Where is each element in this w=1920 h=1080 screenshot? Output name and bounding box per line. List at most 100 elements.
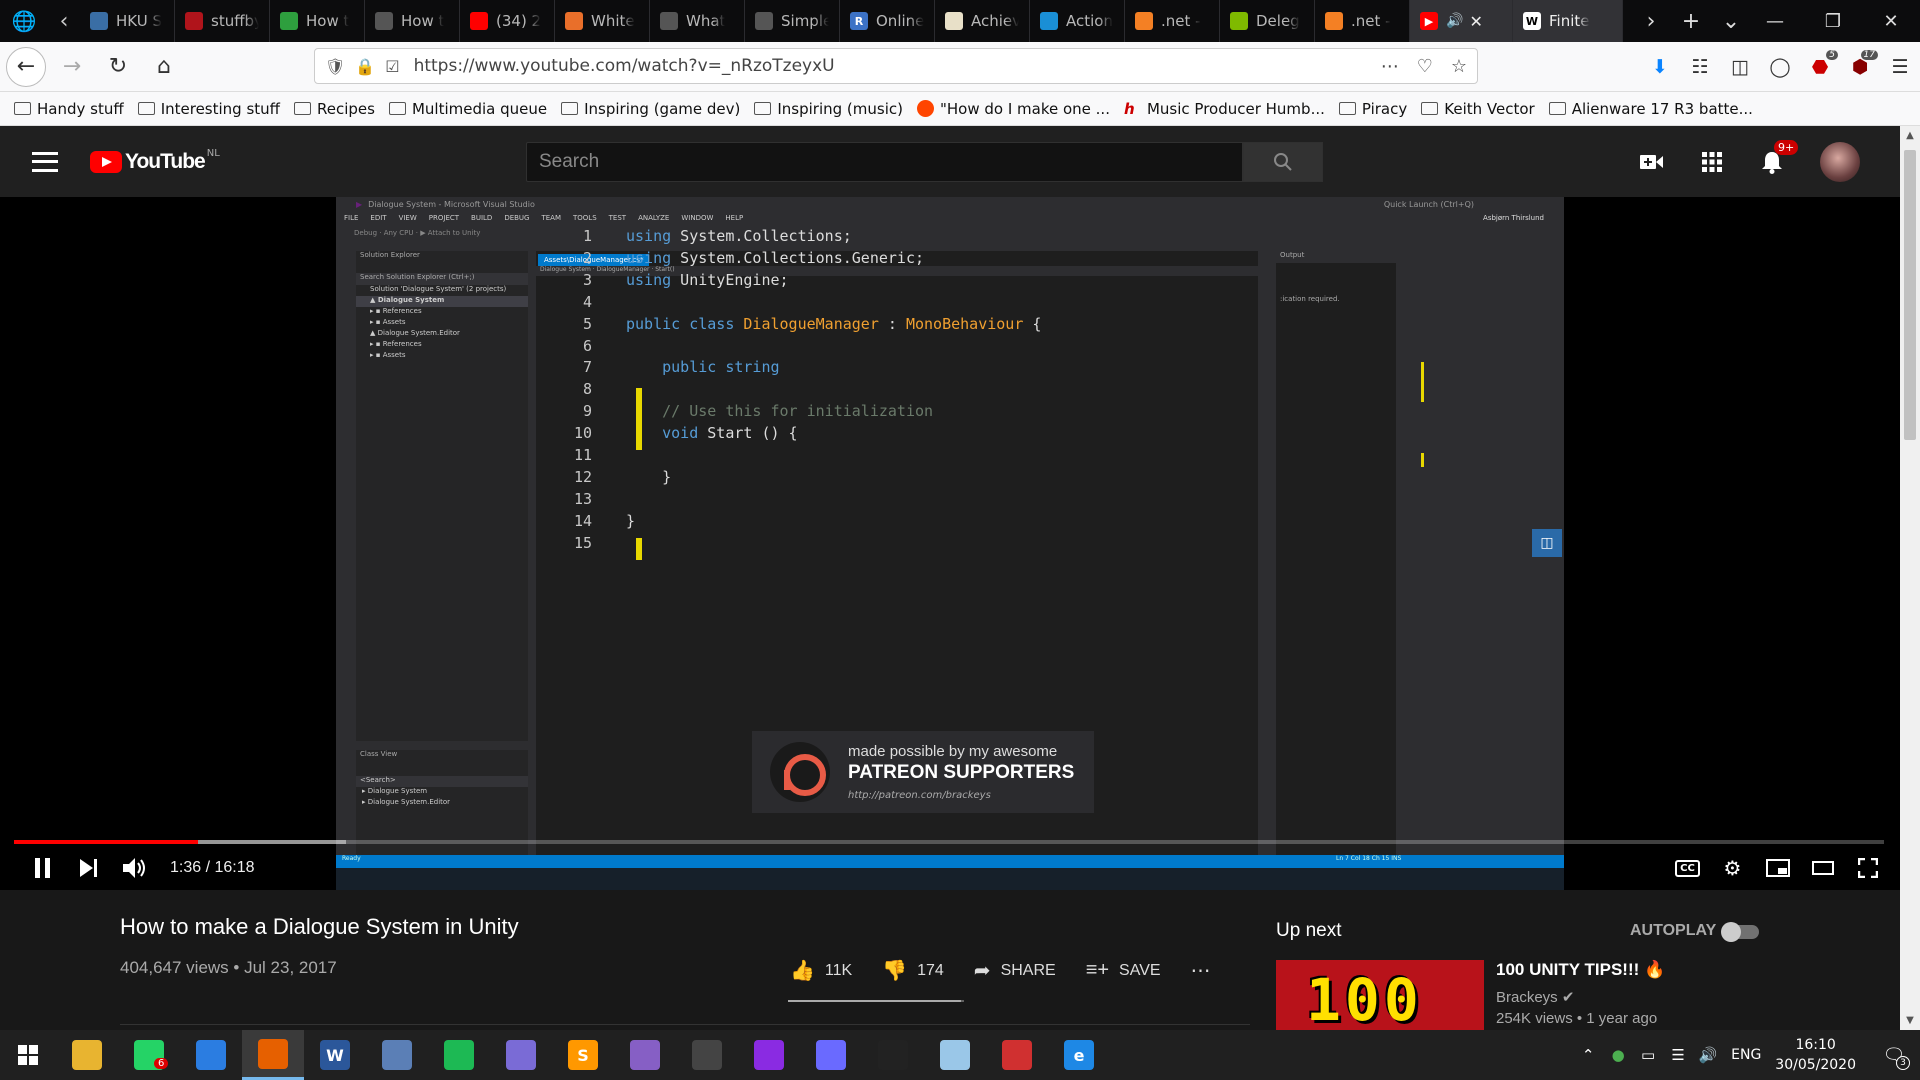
taskbar-app-mail[interactable] [180,1030,242,1080]
hamburger-menu-icon[interactable]: ☰ [1880,56,1920,78]
tab-item[interactable]: Simple [745,0,840,42]
apps-grid-icon[interactable] [1682,151,1742,172]
wifi-icon[interactable]: ☰ [1663,1046,1693,1064]
video-player[interactable]: ▶ Dialogue System - Microsoft Visual Stu… [0,197,1900,890]
bookmark-item[interactable]: Alienware 17 R3 batte... [1548,100,1753,118]
taskbar-app-word[interactable]: W [304,1030,366,1080]
up-next-channel[interactable]: Brackeys ✔ [1496,988,1574,1006]
fullscreen-button[interactable] [1845,858,1890,878]
volume-button[interactable] [112,857,158,879]
tab-item[interactable]: What [650,0,745,42]
scroll-up-icon[interactable]: ▲ [1900,130,1920,141]
taskbar-app-paint[interactable] [366,1030,428,1080]
page-actions-icon[interactable]: ⋯ [1381,56,1399,77]
taskbar-app-calculator[interactable] [676,1030,738,1080]
bookmark-item[interactable]: Interesting stuff [137,100,280,118]
bookmark-item[interactable]: "How do I make one ... [916,100,1110,118]
home-button[interactable]: ⌂ [144,47,184,87]
theater-mode-button[interactable] [1800,861,1845,875]
taskbar-app-edge[interactable]: e [1048,1030,1110,1080]
tab-list-chevron-icon[interactable]: ⌄ [1711,9,1751,34]
speaker-icon[interactable]: 🔊 [1446,13,1463,29]
bookmark-item[interactable]: h Music Producer Humb... [1124,100,1325,119]
tab-item[interactable]: How t [365,0,460,42]
taskbar-app-notepad[interactable] [924,1030,986,1080]
pause-button[interactable] [20,858,66,878]
next-button[interactable] [66,859,112,877]
tab-item[interactable]: Action [1030,0,1125,42]
tab-scroll-right-icon[interactable]: › [1631,9,1671,34]
bookmark-item[interactable]: Keith Vector [1421,100,1535,118]
taskbar-app-visual-studio[interactable] [614,1030,676,1080]
close-tab-icon[interactable]: ✕ [1469,12,1482,31]
battery-icon[interactable]: ▭ [1633,1046,1663,1064]
tab-item[interactable]: How t [270,0,365,42]
search-input[interactable] [539,151,1219,173]
taskbar-app-winrar[interactable] [738,1030,800,1080]
create-video-icon[interactable] [1622,153,1682,171]
autoplay-toggle[interactable] [1721,922,1759,942]
new-tab-icon[interactable]: + [1671,9,1711,34]
page-scrollbar[interactable]: ▲ ▼ [1900,126,1920,1030]
progress-bar[interactable] [14,840,1884,844]
settings-button[interactable]: ⚙ [1710,856,1755,880]
tray-chevron-icon[interactable]: ⌃ [1573,1046,1603,1064]
dislike-button[interactable]: 👎 174 [882,958,944,983]
taskbar-app-paint-bucket[interactable] [986,1030,1048,1080]
up-next-thumbnail[interactable]: 100 [1276,960,1484,1030]
avatar[interactable] [1820,141,1860,182]
sidebar-icon[interactable]: ◫ [1720,56,1760,78]
minimize-icon[interactable]: — [1746,0,1804,42]
ublock-icon[interactable]: ⬢ 17 [1840,50,1880,78]
bookmark-item[interactable]: Multimedia queue [388,100,547,118]
volume-tray-icon[interactable]: 🔊 [1693,1046,1723,1064]
scrollbar-thumb[interactable] [1904,150,1916,440]
tab-item[interactable]: Achiev [935,0,1030,42]
lock-icon[interactable]: 🔒 [355,57,375,76]
tab-item[interactable]: White [555,0,650,42]
up-next-title[interactable]: 100 UNITY TIPS!!! 🔥 [1496,960,1665,980]
taskbar-app-discord-like[interactable] [490,1030,552,1080]
tab-item[interactable]: HKU S [80,0,175,42]
url-text[interactable]: https://www.youtube.com/watch?v=_nRzoTze… [414,56,835,76]
adblock-plus-icon[interactable]: ⬣ 5 [1800,50,1840,78]
taskbar-app-gamemaker[interactable] [800,1030,862,1080]
youtube-logo[interactable]: YouTube NL [90,148,220,174]
close-window-icon[interactable]: ✕ [1862,0,1920,42]
tab-item[interactable]: Deleg [1220,0,1315,42]
taskbar-app-spotify[interactable] [428,1030,490,1080]
tab-item[interactable]: .net - [1315,0,1410,42]
pocket-icon[interactable]: ♡ [1417,56,1433,77]
share-button[interactable]: ➦ SHARE [974,958,1056,983]
bookmark-item[interactable]: Piracy [1338,100,1407,118]
tray-app-icon[interactable]: ● [1603,1046,1633,1064]
bookmark-item[interactable]: Inspiring (music) [754,100,903,118]
scroll-down-icon[interactable]: ▼ [1900,1015,1920,1026]
taskbar-app-firefox[interactable] [242,1030,304,1080]
account-icon[interactable]: ◯ [1760,56,1800,78]
start-button[interactable] [0,1030,56,1080]
tab-wikipedia[interactable]: W Finite [1513,0,1623,42]
tab-item[interactable]: R Online [840,0,935,42]
forward-button[interactable]: → [52,47,92,87]
tab-item[interactable]: (34) 2 [460,0,555,42]
captions-button[interactable]: CC [1665,859,1710,877]
more-actions-button[interactable]: ⋯ [1191,958,1221,983]
bookmark-item[interactable]: Inspiring (game dev) [561,100,740,118]
guide-menu-icon[interactable] [32,151,58,172]
reload-button[interactable]: ↻ [98,47,138,87]
like-button[interactable]: 👍 11K [790,958,852,983]
shield-icon[interactable]: 🛡 [325,57,345,76]
miniplayer-button[interactable] [1755,859,1800,877]
search-button[interactable] [1243,142,1323,182]
taskbar-app-whatsapp[interactable]: 6 [118,1030,180,1080]
tab-item[interactable]: .net - [1125,0,1220,42]
taskbar-app-sublime[interactable]: S [552,1030,614,1080]
bookmark-item[interactable]: Recipes [294,100,375,118]
restore-icon[interactable]: ❐ [1804,0,1862,42]
permissions-icon[interactable]: ☑ [385,57,399,76]
tab-item[interactable]: stuffby [175,0,270,42]
tab-youtube-active[interactable]: ▶ 🔊 ✕ [1410,0,1513,42]
download-icon[interactable]: ⬇ [1640,56,1680,78]
url-bar[interactable]: 🛡 🔒 ☑ https://www.youtube.com/watch?v=_n… [314,48,1478,84]
